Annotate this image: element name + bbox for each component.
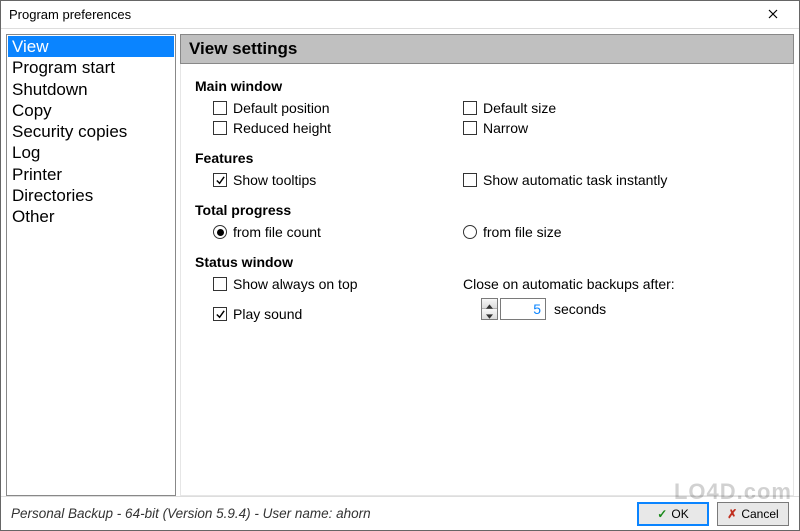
label-default-size: Default size [483, 100, 556, 116]
section-total-progress: Total progress [195, 202, 779, 218]
sidebar-item-label: Security copies [12, 122, 127, 141]
ok-button[interactable]: ✓ OK [637, 502, 709, 526]
label-show-tooltips: Show tooltips [233, 172, 316, 188]
sidebar-item-log[interactable]: Log [8, 142, 174, 163]
checkbox-always-on-top[interactable] [213, 277, 227, 291]
x-icon: ✗ [727, 507, 737, 521]
sidebar-item-label: Other [12, 207, 55, 226]
sidebar-item-label: Copy [12, 101, 52, 120]
label-default-position: Default position [233, 100, 330, 116]
dialog-footer: Personal Backup - 64-bit (Version 5.9.4)… [1, 496, 799, 530]
close-after-input[interactable] [500, 298, 546, 320]
checkbox-default-size[interactable] [463, 101, 477, 115]
check-icon: ✓ [657, 507, 667, 521]
close-after-stepper: seconds [481, 298, 606, 320]
label-close-after: Close on automatic backups after: [463, 276, 675, 292]
label-show-auto-task: Show automatic task instantly [483, 172, 667, 188]
sidebar-item-view[interactable]: View [8, 36, 174, 57]
sidebar-item-shutdown[interactable]: Shutdown [8, 79, 174, 100]
section-features: Features [195, 150, 779, 166]
close-after-unit: seconds [554, 301, 606, 317]
dialog-body: View Program start Shutdown Copy Securit… [1, 29, 799, 496]
close-button[interactable] [753, 3, 793, 27]
chevron-down-icon [486, 306, 493, 322]
sidebar-item-label: Shutdown [12, 80, 88, 99]
radio-dot [217, 229, 224, 236]
sidebar-item-printer[interactable]: Printer [8, 164, 174, 185]
panel-body: Main window Default position Default siz… [180, 64, 794, 496]
window-title: Program preferences [9, 7, 753, 22]
section-status-window: Status window [195, 254, 779, 270]
checkbox-default-position[interactable] [213, 101, 227, 115]
checkbox-narrow[interactable] [463, 121, 477, 135]
cancel-label: Cancel [741, 507, 778, 521]
sidebar-item-label: Log [12, 143, 40, 162]
sidebar-item-label: Printer [12, 165, 62, 184]
label-always-on-top: Show always on top [233, 276, 358, 292]
preferences-window: Program preferences View Program start S… [0, 0, 800, 531]
status-text: Personal Backup - 64-bit (Version 5.9.4)… [11, 506, 629, 521]
label-reduced-height: Reduced height [233, 120, 331, 136]
spinner-buttons [481, 298, 498, 320]
label-narrow: Narrow [483, 120, 528, 136]
label-from-file-size: from file size [483, 224, 562, 240]
sidebar-item-directories[interactable]: Directories [8, 185, 174, 206]
spinner-down-button[interactable] [482, 309, 497, 319]
settings-panel: View settings Main window Default positi… [180, 34, 794, 496]
sidebar-item-label: View [12, 37, 49, 56]
sidebar-item-other[interactable]: Other [8, 206, 174, 227]
title-bar: Program preferences [1, 1, 799, 29]
radio-from-file-count[interactable] [213, 225, 227, 239]
checkbox-show-auto-task[interactable] [463, 173, 477, 187]
sidebar-item-program-start[interactable]: Program start [8, 57, 174, 78]
checkbox-show-tooltips[interactable] [213, 173, 227, 187]
radio-from-file-size[interactable] [463, 225, 477, 239]
panel-title: View settings [180, 34, 794, 64]
close-icon [768, 7, 778, 22]
section-main-window: Main window [195, 78, 779, 94]
checkbox-play-sound[interactable] [213, 307, 227, 321]
label-play-sound: Play sound [233, 306, 302, 322]
category-list[interactable]: View Program start Shutdown Copy Securit… [6, 34, 176, 496]
sidebar-item-label: Program start [12, 58, 115, 77]
sidebar-item-security-copies[interactable]: Security copies [8, 121, 174, 142]
label-from-file-count: from file count [233, 224, 321, 240]
cancel-button[interactable]: ✗ Cancel [717, 502, 789, 526]
sidebar-item-label: Directories [12, 186, 93, 205]
sidebar-item-copy[interactable]: Copy [8, 100, 174, 121]
ok-label: OK [671, 507, 688, 521]
checkbox-reduced-height[interactable] [213, 121, 227, 135]
